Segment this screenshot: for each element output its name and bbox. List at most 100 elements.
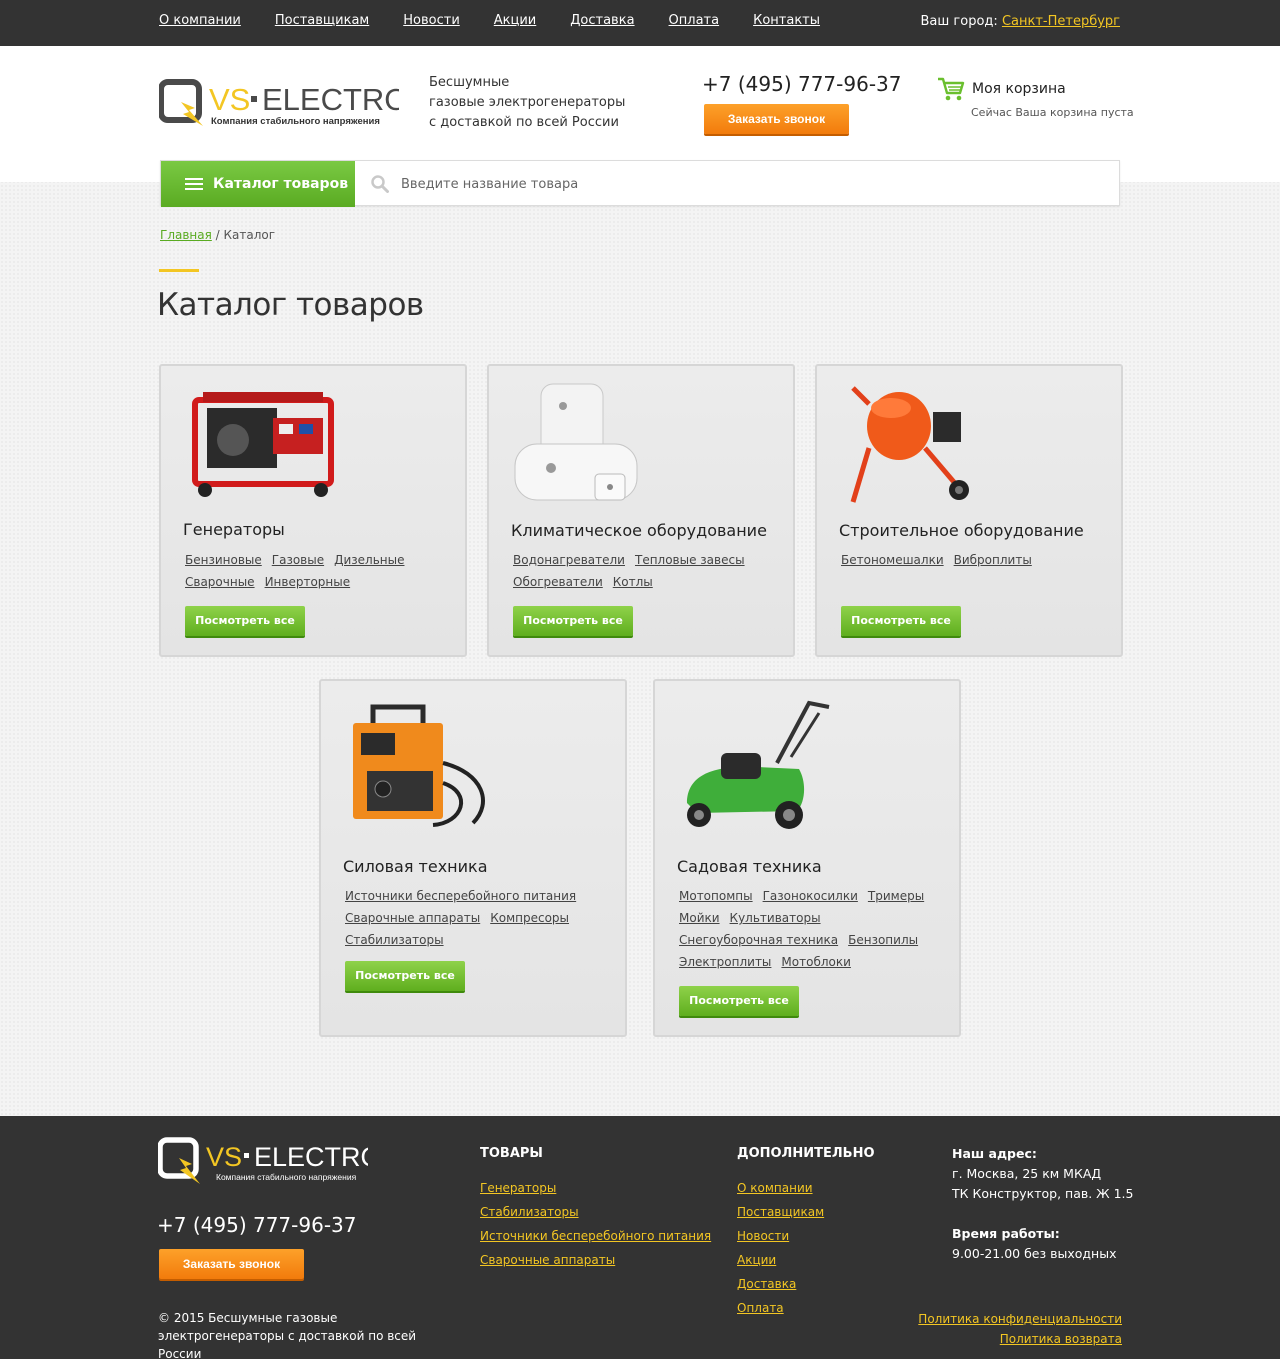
link-compressors[interactable]: Компресоры	[490, 911, 569, 925]
order-call-button[interactable]: Заказать звонок	[704, 104, 849, 134]
breadcrumb: Главная / Каталог	[160, 228, 276, 242]
footer-logo-vs: VS	[206, 1142, 242, 1172]
category-title[interactable]: Строительное оборудование	[839, 521, 1084, 540]
lawn-mower-image[interactable]	[677, 693, 837, 833]
footer-link-stabilizers[interactable]: Стабилизаторы	[480, 1200, 711, 1224]
return-policy-link[interactable]: Политика возврата	[918, 1329, 1122, 1349]
top-nav: О компании Поставщикам Новости Акции Дос…	[159, 13, 854, 28]
footer-link-payment[interactable]: Оплата	[737, 1296, 824, 1320]
header-tagline: Бесшумные газовые электрогенераторы с до…	[429, 75, 626, 130]
category-links: Бензиновые Газовые Дизельные Сварочные Инве…	[185, 549, 455, 593]
breadcrumb-home[interactable]: Главная	[160, 228, 212, 242]
view-all-button[interactable]: Посмотреть все	[345, 961, 465, 991]
footer-link-delivery[interactable]: Доставка	[737, 1272, 824, 1296]
link-mixers[interactable]: Бетономешалки	[841, 553, 944, 567]
cart-title[interactable]: Моя корзина	[972, 81, 1066, 97]
topnav-link-contacts[interactable]: Контакты	[753, 13, 820, 28]
footer-goods-list: Генераторы Стабилизаторы Источники беспе…	[480, 1176, 711, 1272]
top-bar: О компании Поставщикам Новости Акции Дос…	[0, 0, 1280, 46]
link-chainsaws[interactable]: Бензопилы	[848, 933, 918, 947]
menu-icon	[185, 178, 203, 190]
page-title: Каталог товаров	[157, 287, 424, 323]
view-all-button[interactable]: Посмотреть все	[513, 606, 633, 636]
link-motopumps[interactable]: Мотопомпы	[679, 889, 753, 903]
link-welding-machines[interactable]: Сварочные аппараты	[345, 911, 480, 925]
privacy-policy-link[interactable]: Политика конфиденциальности	[918, 1309, 1122, 1329]
water-heater-image[interactable]	[511, 378, 671, 508]
title-accent-line	[159, 269, 199, 272]
footer-link-generators[interactable]: Генераторы	[480, 1176, 711, 1200]
link-motoblocks[interactable]: Мотоблоки	[781, 955, 851, 969]
category-links: Мотопомпы Газонокосилки Тримеры Мойки Культ…	[679, 885, 949, 973]
category-card-construction: Строительное оборудование Бетономешалки В…	[815, 364, 1123, 657]
link-gas[interactable]: Газовые	[272, 553, 324, 567]
logo-electro: ELECTRO	[262, 82, 399, 117]
link-heaters[interactable]: Обогреватели	[513, 575, 603, 589]
welding-machine-image[interactable]	[343, 693, 503, 833]
category-title[interactable]: Климатическое оборудование	[511, 521, 767, 540]
footer-link-news[interactable]: Новости	[737, 1224, 824, 1248]
footer-extra-list: О компании Поставщикам Новости Акции Дос…	[737, 1176, 824, 1320]
footer-link-promos[interactable]: Акции	[737, 1248, 824, 1272]
link-petrol[interactable]: Бензиновые	[185, 553, 262, 567]
link-diesel[interactable]: Дизельные	[334, 553, 404, 567]
link-electric-stoves[interactable]: Электроплиты	[679, 955, 771, 969]
footer-link-suppliers[interactable]: Поставщикам	[737, 1200, 824, 1224]
footer-legal: Политика конфиденциальности Политика воз…	[918, 1309, 1122, 1349]
link-snowblowers[interactable]: Снегоуборочная техника	[679, 933, 838, 947]
link-cultivators[interactable]: Культиваторы	[730, 911, 821, 925]
city-link[interactable]: Санкт-Петербург	[1002, 14, 1120, 29]
topnav-link-delivery[interactable]: Доставка	[570, 13, 634, 28]
view-all-button[interactable]: Посмотреть все	[679, 986, 799, 1016]
generator-image[interactable]	[183, 378, 343, 508]
city-selector: Ваш город: Санкт-Петербург	[921, 14, 1120, 29]
category-links: Бетономешалки Виброплиты	[841, 549, 1111, 571]
link-water-heaters[interactable]: Водонагреватели	[513, 553, 625, 567]
footer-logo[interactable]: VS ELECTRO Компания стабильного напряжен…	[158, 1136, 368, 1194]
topnav-link-about[interactable]: О компании	[159, 13, 241, 28]
category-card-generators: Генераторы Бензиновые Газовые Дизельные Св…	[159, 364, 467, 657]
view-all-button[interactable]: Посмотреть все	[185, 606, 305, 636]
link-inverter[interactable]: Инверторные	[265, 575, 351, 589]
link-mowers[interactable]: Газонокосилки	[763, 889, 858, 903]
link-vibroplates[interactable]: Виброплиты	[954, 553, 1032, 567]
logo-slogan: Компания стабильного напряжения	[211, 116, 380, 127]
link-boilers[interactable]: Котлы	[613, 575, 653, 589]
concrete-mixer-image[interactable]	[839, 378, 999, 508]
category-title[interactable]: Садовая техника	[677, 857, 822, 876]
link-trimmers[interactable]: Тримеры	[868, 889, 924, 903]
search-icon	[371, 175, 389, 193]
search-input[interactable]	[401, 169, 1101, 199]
breadcrumb-current: Каталог	[223, 228, 276, 242]
topnav-link-news[interactable]: Новости	[403, 13, 460, 28]
link-stabilizers[interactable]: Стабилизаторы	[345, 933, 444, 947]
category-title[interactable]: Генераторы	[183, 520, 285, 539]
category-card-climate: Климатическое оборудование Водонагревате…	[487, 364, 795, 657]
footer-address: Наш адрес: г. Москва, 25 км МКАД ТК Конс…	[952, 1144, 1134, 1264]
link-washers[interactable]: Мойки	[679, 911, 720, 925]
footer-link-welding[interactable]: Сварочные аппараты	[480, 1248, 711, 1272]
category-card-garden: Садовая техника Мотопомпы Газонокосилки Тр…	[653, 679, 961, 1037]
footer-link-ups[interactable]: Источники бесперебойного питания	[480, 1224, 711, 1248]
link-welding[interactable]: Сварочные	[185, 575, 255, 589]
cart-status: Сейчас Ваша корзина пуста	[971, 106, 1134, 119]
catalog-menu-label: Каталог товаров	[213, 176, 349, 192]
hours-value: 9.00-21.00 без выходных	[952, 1246, 1117, 1261]
logo-vs: VS	[209, 82, 250, 117]
category-title[interactable]: Силовая техника	[343, 857, 488, 876]
footer-phone[interactable]: +7 (495) 777-96-37	[157, 1213, 356, 1237]
catalog-menu-button[interactable]: Каталог товаров	[161, 161, 355, 207]
topnav-link-suppliers[interactable]: Поставщикам	[275, 13, 369, 28]
link-air-curtains[interactable]: Тепловые завесы	[635, 553, 745, 567]
topnav-link-promos[interactable]: Акции	[494, 13, 537, 28]
site-logo[interactable]: VS ELECTRO Компания стабильного напряжен…	[159, 78, 399, 134]
cart-icon[interactable]	[937, 76, 965, 102]
view-all-button[interactable]: Посмотреть все	[841, 606, 961, 636]
category-links: Источники бесперебойного питания Сварочн…	[345, 885, 615, 951]
footer-order-call-button[interactable]: Заказать звонок	[159, 1249, 304, 1279]
link-ups[interactable]: Источники бесперебойного питания	[345, 889, 576, 903]
footer-link-about[interactable]: О компании	[737, 1176, 824, 1200]
topnav-link-payment[interactable]: Оплата	[669, 13, 720, 28]
site-footer: VS ELECTRO Компания стабильного напряжен…	[0, 1116, 1280, 1359]
header-phone[interactable]: +7 (495) 777-96-37	[702, 72, 901, 96]
